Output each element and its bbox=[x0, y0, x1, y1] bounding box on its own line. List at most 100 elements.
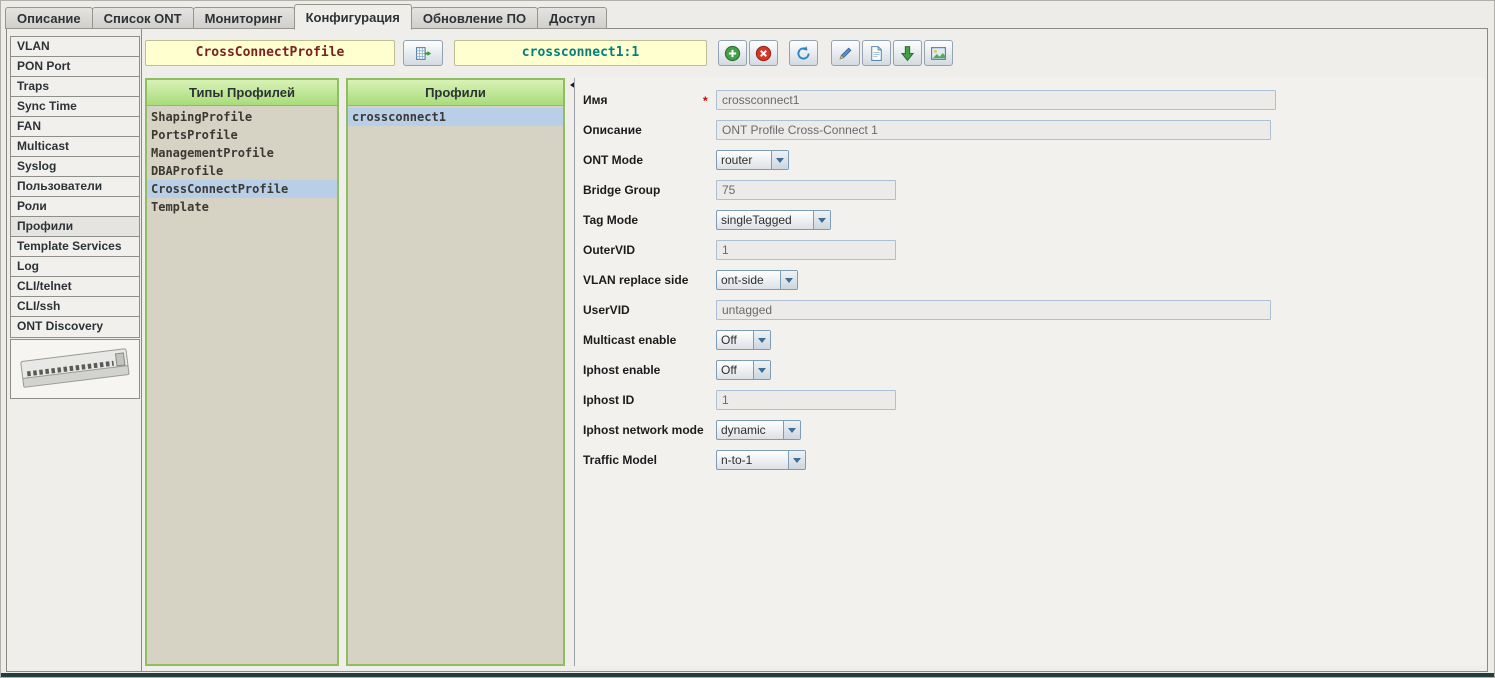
toolbar bbox=[718, 40, 953, 66]
field-label-uservid: UserVID bbox=[583, 300, 630, 320]
combo-traffic-model[interactable]: n-to-1 bbox=[716, 450, 806, 470]
sidebar-item-sync-time[interactable]: Sync Time bbox=[11, 97, 139, 117]
main-frame: VLANPON PortTrapsSync TimeFANMulticastSy… bbox=[6, 28, 1488, 672]
sidebar-item-template-services[interactable]: Template Services bbox=[11, 237, 139, 257]
splitter[interactable] bbox=[567, 78, 574, 666]
form-row-outervid: OuterVID bbox=[575, 240, 1486, 260]
copy-profile-button[interactable] bbox=[862, 40, 891, 66]
sidebar-item-fan[interactable]: FAN bbox=[11, 117, 139, 137]
profile-form: Имя * Описание ONT Mode router Bridge Group Ta… bbox=[574, 78, 1486, 666]
input-описание[interactable] bbox=[716, 120, 1271, 140]
sidebar-item-pon-port[interactable]: PON Port bbox=[11, 57, 139, 77]
combo-vlan-replace-side[interactable]: ont-side bbox=[716, 270, 798, 290]
chevron-down-icon[interactable] bbox=[753, 331, 770, 349]
refresh-button[interactable] bbox=[789, 40, 818, 66]
list-item-crossconnectprofile[interactable]: CrossConnectProfile bbox=[147, 180, 337, 198]
field-label-iphost-enable: Iphost enable bbox=[583, 360, 660, 380]
add-profile-button[interactable] bbox=[718, 40, 747, 66]
combo-value-ont-mode: router bbox=[717, 151, 771, 169]
combo-multicast-enable[interactable]: Off bbox=[716, 330, 771, 350]
tab-список-ont[interactable]: Список ONT bbox=[92, 7, 194, 29]
combo-value-vlan-replace-side: ont-side bbox=[717, 271, 780, 289]
form-row-traffic-model: Traffic Model n-to-1 bbox=[575, 450, 1486, 470]
sidebar-item-роли[interactable]: Роли bbox=[11, 197, 139, 217]
apply-profile-button[interactable] bbox=[403, 40, 443, 66]
sidebar-item-log[interactable]: Log bbox=[11, 257, 139, 277]
form-row-tag-mode: Tag Mode singleTagged bbox=[575, 210, 1486, 230]
sidebar-item-syslog[interactable]: Syslog bbox=[11, 157, 139, 177]
app-window: ОписаниеСписок ONTМониторингКонфигурация… bbox=[0, 0, 1495, 678]
combo-value-iphost-network-mode: dynamic bbox=[717, 421, 783, 439]
tab-доступ[interactable]: Доступ bbox=[537, 7, 607, 29]
list-item-shapingprofile[interactable]: ShapingProfile bbox=[147, 108, 337, 126]
combo-iphost-enable[interactable]: Off bbox=[716, 360, 771, 380]
table-arrow-icon bbox=[415, 45, 432, 62]
list-item-managementprofile[interactable]: ManagementProfile bbox=[147, 144, 337, 162]
form-row-имя: Имя * bbox=[575, 90, 1486, 110]
sidebar-item-traps[interactable]: Traps bbox=[11, 77, 139, 97]
form-row-ont-mode: ONT Mode router bbox=[575, 150, 1486, 170]
list-item-template[interactable]: Template bbox=[147, 198, 337, 216]
window-bottom-edge bbox=[1, 673, 1494, 677]
field-label-tag-mode: Tag Mode bbox=[583, 210, 638, 230]
form-row-multicast-enable: Multicast enable Off bbox=[575, 330, 1486, 350]
list-item-crossconnect1[interactable]: crossconnect1 bbox=[348, 108, 563, 126]
combo-value-multicast-enable: Off bbox=[717, 331, 753, 349]
sidebar-item-cli-ssh[interactable]: CLI/ssh bbox=[11, 297, 139, 317]
sidebar-item-multicast[interactable]: Multicast bbox=[11, 137, 139, 157]
chevron-down-icon[interactable] bbox=[788, 451, 805, 469]
sidebar-item-пользователи[interactable]: Пользователи bbox=[11, 177, 139, 197]
tab-обновление-по[interactable]: Обновление ПО bbox=[411, 7, 538, 29]
field-label-iphost-id: Iphost ID bbox=[583, 390, 634, 410]
tab-конфигурация[interactable]: Конфигурация bbox=[294, 4, 412, 30]
profile-instance-display: crossconnect1:1 bbox=[454, 40, 707, 66]
content-area: CrossConnectProfile crossconnect1:1 Типы… bbox=[141, 29, 1487, 671]
profiles-panel: Профили crossconnect1 bbox=[346, 78, 565, 666]
field-label-traffic-model: Traffic Model bbox=[583, 450, 657, 470]
profiles-panel-title: Профили bbox=[348, 80, 563, 106]
chevron-down-icon[interactable] bbox=[780, 271, 797, 289]
field-label-multicast-enable: Multicast enable bbox=[583, 330, 676, 350]
form-row-описание: Описание bbox=[575, 120, 1486, 140]
combo-tag-mode[interactable]: singleTagged bbox=[716, 210, 831, 230]
profile-types-panel: Типы Профилей ShapingProfilePortsProfile… bbox=[145, 78, 339, 666]
list-item-dbaprofile[interactable]: DBAProfile bbox=[147, 162, 337, 180]
profile-types-list: ShapingProfilePortsProfileManagementProf… bbox=[147, 106, 337, 664]
combo-ont-mode[interactable]: router bbox=[716, 150, 789, 170]
field-label-iphost-network-mode: Iphost network mode bbox=[583, 420, 704, 440]
input-bridge-group[interactable] bbox=[716, 180, 896, 200]
list-item-portsprofile[interactable]: PortsProfile bbox=[147, 126, 337, 144]
input-uservid[interactable] bbox=[716, 300, 1271, 320]
export-button[interactable] bbox=[924, 40, 953, 66]
edit-button[interactable] bbox=[831, 40, 860, 66]
delete-profile-button[interactable] bbox=[749, 40, 778, 66]
sidebar-item-cli-telnet[interactable]: CLI/telnet bbox=[11, 277, 139, 297]
chevron-down-icon[interactable] bbox=[771, 151, 788, 169]
form-row-iphost-id: Iphost ID bbox=[575, 390, 1486, 410]
sidebar-item-vlan[interactable]: VLAN bbox=[11, 37, 139, 57]
field-label-bridge-group: Bridge Group bbox=[583, 180, 660, 200]
field-label-vlan-replace-side: VLAN replace side bbox=[583, 270, 688, 290]
profile-types-panel-title: Типы Профилей bbox=[147, 80, 337, 106]
input-outervid[interactable] bbox=[716, 240, 896, 260]
combo-value-traffic-model: n-to-1 bbox=[717, 451, 788, 469]
chevron-down-icon[interactable] bbox=[783, 421, 800, 439]
download-to-device-button[interactable] bbox=[893, 40, 922, 66]
input-имя[interactable] bbox=[716, 90, 1276, 110]
required-asterisk: * bbox=[703, 91, 708, 111]
down-arrow-icon bbox=[899, 45, 916, 62]
field-label-ont-mode: ONT Mode bbox=[583, 150, 643, 170]
refresh-icon bbox=[795, 45, 812, 62]
form-row-bridge-group: Bridge Group bbox=[575, 180, 1486, 200]
sidebar-item-ont-discovery[interactable]: ONT Discovery bbox=[11, 317, 139, 337]
combo-iphost-network-mode[interactable]: dynamic bbox=[716, 420, 801, 440]
tab-описание[interactable]: Описание bbox=[5, 7, 93, 29]
field-label-описание: Описание bbox=[583, 120, 642, 140]
form-row-vlan-replace-side: VLAN replace side ont-side bbox=[575, 270, 1486, 290]
chevron-down-icon[interactable] bbox=[753, 361, 770, 379]
tab-мониторинг[interactable]: Мониторинг bbox=[193, 7, 295, 29]
chevron-down-icon[interactable] bbox=[813, 211, 830, 229]
input-iphost-id[interactable] bbox=[716, 390, 896, 410]
field-label-имя: Имя bbox=[583, 90, 608, 110]
sidebar-item-профили[interactable]: Профили bbox=[11, 217, 139, 237]
